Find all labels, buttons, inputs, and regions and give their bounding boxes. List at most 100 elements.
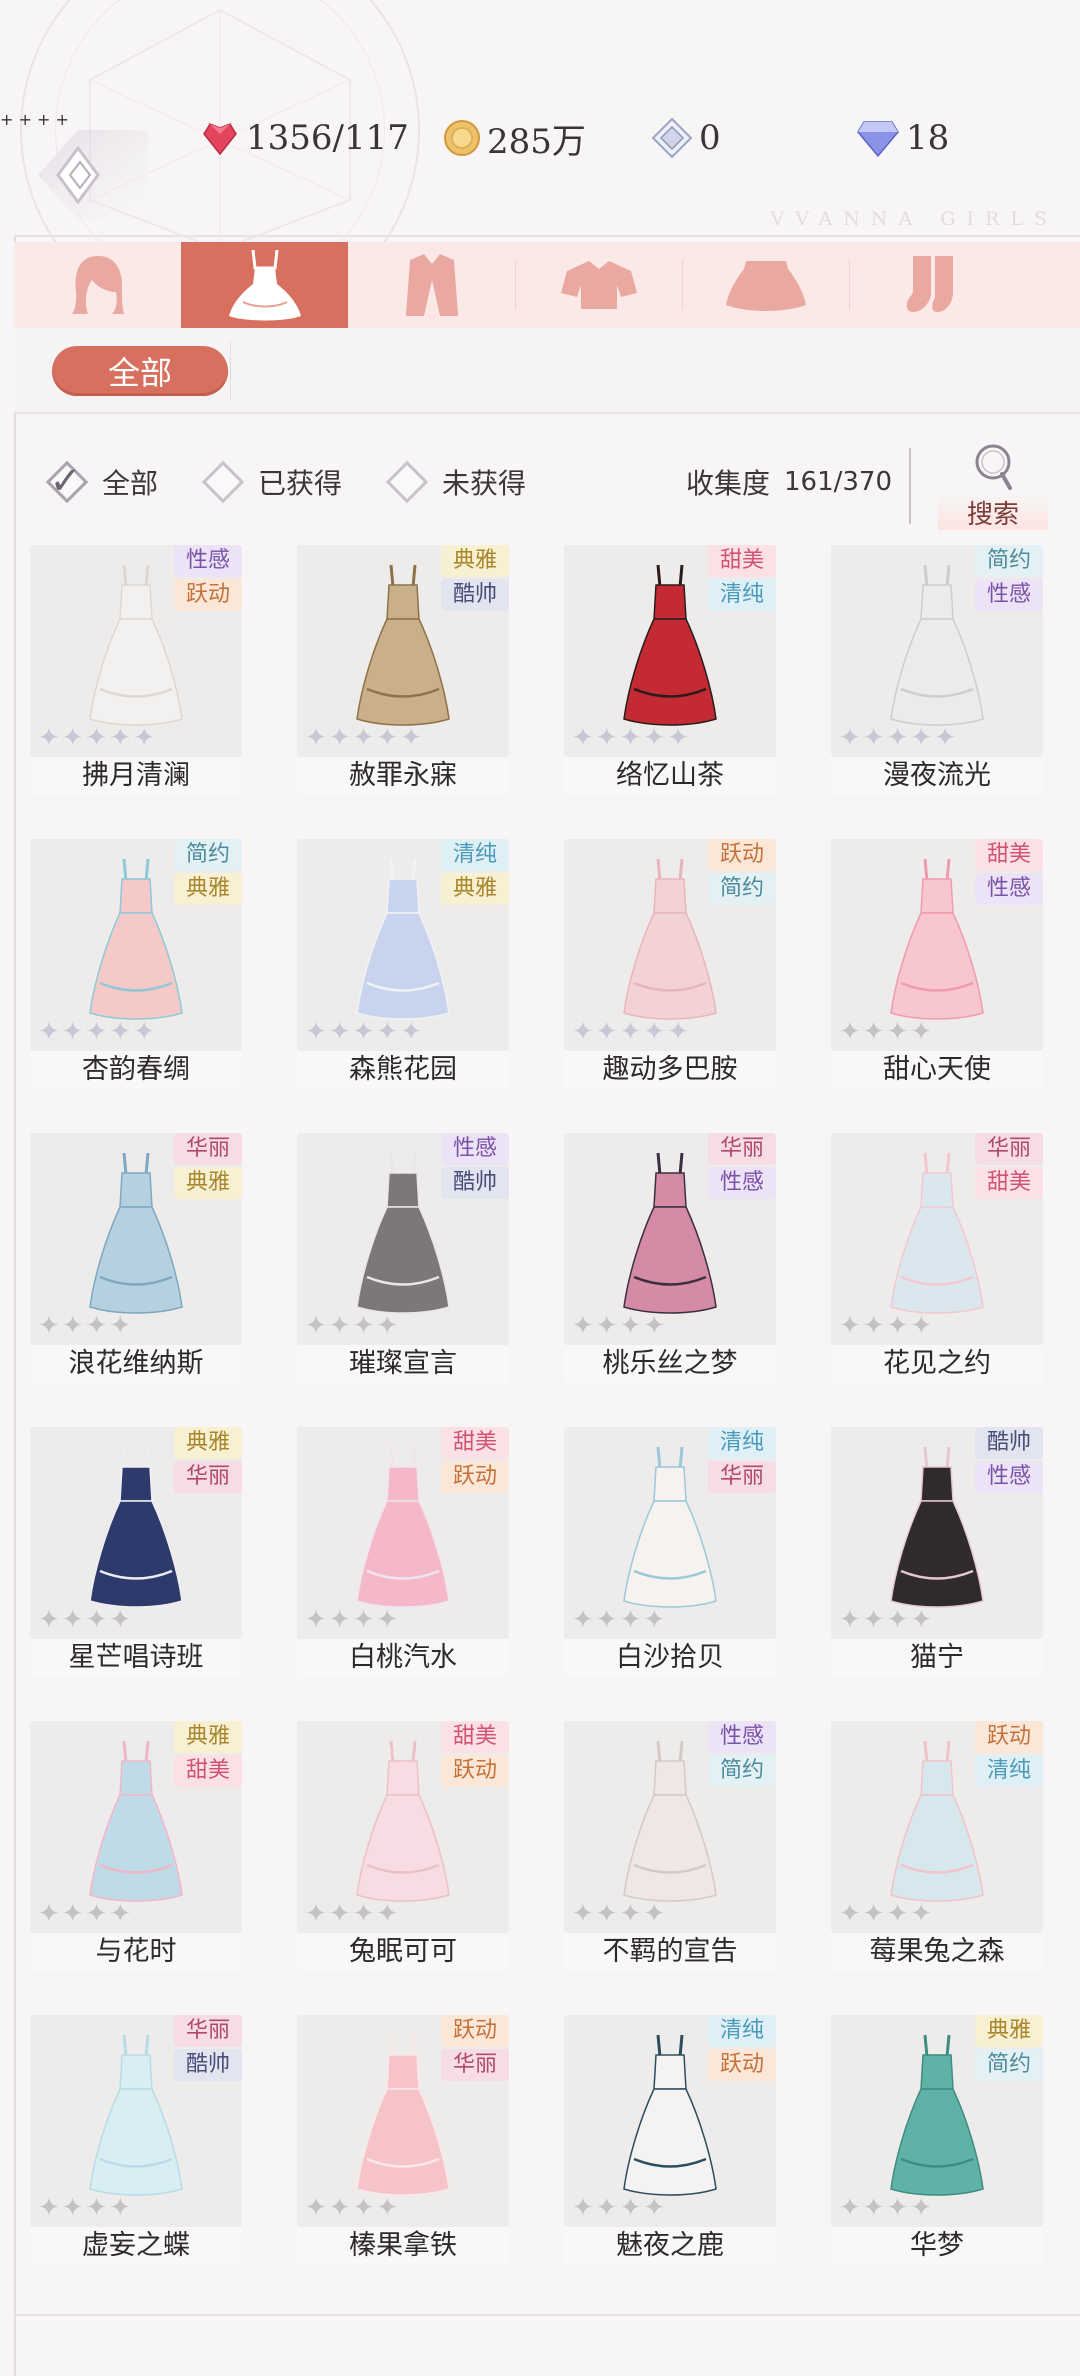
subcategory-all-button[interactable]: 全部	[52, 346, 228, 396]
outfit-card[interactable]: 清纯 典雅 ✦ ✦ ✦ ✦ ✦ 森熊花园	[297, 839, 509, 1091]
outfit-name: 星芒唱诗班	[30, 1639, 242, 1677]
outfit-card[interactable]: 跃动 简约 ✦ ✦ ✦ ✦ ✦ 趣动多巴胺	[564, 839, 776, 1091]
style-tag: 性感	[708, 1167, 776, 1199]
star-icon: ✦	[595, 1605, 618, 1635]
outfit-card[interactable]: 性感 跃动 ✦ ✦ ✦ ✦ ✦ 拂月清澜	[30, 545, 242, 797]
style-tag: 典雅	[174, 1167, 242, 1199]
tab-skirt[interactable]	[682, 242, 849, 328]
outfit-name: 花见之约	[831, 1345, 1043, 1383]
rarity-stars: ✦ ✦ ✦ ✦	[839, 1019, 932, 1045]
star-icon: ✦	[85, 1605, 108, 1635]
outfit-card[interactable]: 甜美 跃动 ✦ ✦ ✦ ✦ 兔眠可可	[297, 1721, 509, 1973]
outfit-card[interactable]: 清纯 华丽 ✦ ✦ ✦ ✦ 白沙拾贝	[564, 1427, 776, 1679]
outfit-card[interactable]: 跃动 华丽 ✦ ✦ ✦ ✦ 榛果拿铁	[297, 2015, 509, 2267]
outfit-image: 性感 酷帅 ✦ ✦ ✦ ✦	[297, 1133, 509, 1345]
add-stamina-button[interactable]: +	[0, 110, 13, 129]
outfit-card[interactable]: 华丽 性感 ✦ ✦ ✦ ✦ 桃乐丝之梦	[564, 1133, 776, 1385]
ownership-filters: ✓ 全部 已获得 未获得 收集度 161/370	[0, 452, 1080, 512]
dress-illustration	[356, 1446, 450, 1608]
diamond-value: 18	[906, 118, 950, 158]
add-diamond-button[interactable]: +	[56, 110, 69, 129]
outfit-card[interactable]: 甜美 跃动 ✦ ✦ ✦ ✦ 白桃汽水	[297, 1427, 509, 1679]
star-icon: ✦	[619, 1311, 642, 1341]
tab-socks[interactable]	[849, 242, 1016, 328]
checkbox-diamond-icon	[385, 460, 429, 504]
style-tag: 酷帅	[975, 1427, 1043, 1459]
outfit-card[interactable]: 甜美 清纯 ✦ ✦ ✦ ✦ ✦ 络忆山茶	[564, 545, 776, 797]
add-crystal-button[interactable]: +	[37, 110, 50, 129]
star-icon: ✦	[572, 1605, 594, 1635]
star-icon: ✦	[572, 1899, 594, 1929]
rarity-stars: ✦ ✦ ✦ ✦	[572, 1901, 665, 1927]
dress-illustration	[356, 1152, 450, 1314]
dress-illustration	[89, 1152, 183, 1314]
style-tag: 跃动	[975, 1721, 1043, 1753]
style-tag: 跃动	[708, 2049, 776, 2081]
outfit-card[interactable]: 跃动 清纯 ✦ ✦ ✦ ✦ 莓果兔之森	[831, 1721, 1043, 1973]
add-gold-button[interactable]: +	[19, 110, 32, 129]
style-tag: 简约	[975, 545, 1043, 577]
star-icon: ✦	[862, 2193, 885, 2223]
checkmark-icon: ✓	[49, 458, 82, 503]
dress-illustration	[890, 1446, 984, 1608]
star-icon: ✦	[910, 1017, 933, 1047]
outfit-card[interactable]: 甜美 性感 ✦ ✦ ✦ ✦ 甜心天使	[831, 839, 1043, 1091]
outfit-card[interactable]: 酷帅 性感 ✦ ✦ ✦ ✦ 猫宁	[831, 1427, 1043, 1679]
magnifier-icon	[975, 444, 1012, 490]
dress-illustration	[356, 1740, 450, 1902]
star-icon: ✦	[839, 1605, 861, 1635]
style-tag: 典雅	[975, 2015, 1043, 2047]
filter-obtained[interactable]: 已获得	[201, 452, 342, 512]
outfit-name: 白桃汽水	[297, 1639, 509, 1677]
tab-top[interactable]	[515, 242, 682, 328]
coat-icon	[405, 254, 458, 316]
outfit-card[interactable]: 性感 酷帅 ✦ ✦ ✦ ✦ 璀璨宣言	[297, 1133, 509, 1385]
outfit-image: 清纯 典雅 ✦ ✦ ✦ ✦ ✦	[297, 839, 509, 1051]
star-icon: ✦	[305, 1311, 327, 1341]
rarity-stars: ✦ ✦ ✦ ✦	[305, 1313, 398, 1339]
outfit-card[interactable]: 典雅 甜美 ✦ ✦ ✦ ✦ 与花时	[30, 1721, 242, 1973]
outfit-card[interactable]: 典雅 简约 ✦ ✦ ✦ ✦ 华梦	[831, 2015, 1043, 2267]
star-icon: ✦	[643, 1017, 666, 1047]
diamond-counter: 18	[856, 110, 949, 166]
outfit-name: 猫宁	[831, 1639, 1043, 1677]
star-icon: ✦	[595, 1311, 618, 1341]
style-tag: 典雅	[441, 545, 509, 577]
outfit-name: 不羁的宣告	[564, 1933, 776, 1971]
style-tag: 性感	[708, 1721, 776, 1753]
star-icon: ✦	[133, 723, 155, 753]
star-icon: ✦	[328, 1605, 351, 1635]
collection-value: 161/370	[783, 467, 892, 497]
style-tag: 华丽	[174, 1461, 242, 1493]
tab-dress[interactable]	[181, 242, 348, 328]
outfit-image: 华丽 甜美 ✦ ✦ ✦ ✦	[831, 1133, 1043, 1345]
tab-hair[interactable]	[14, 242, 181, 328]
outfit-card[interactable]: 简约 性感 ✦ ✦ ✦ ✦ ✦ 漫夜流光	[831, 545, 1043, 797]
outfit-card[interactable]: 清纯 跃动 ✦ ✦ ✦ ✦ 魅夜之鹿	[564, 2015, 776, 2267]
star-icon: ✦	[839, 723, 861, 753]
outfit-name: 兔眠可可	[297, 1933, 509, 1971]
outfit-card[interactable]: 华丽 典雅 ✦ ✦ ✦ ✦ 浪花维纳斯	[30, 1133, 242, 1385]
rarity-stars: ✦ ✦ ✦ ✦	[572, 1313, 665, 1339]
star-icon: ✦	[572, 2193, 594, 2223]
outfit-card[interactable]: 华丽 酷帅 ✦ ✦ ✦ ✦ 虚妄之蝶	[30, 2015, 242, 2267]
style-tag: 简约	[174, 839, 242, 871]
outfit-card[interactable]: 性感 简约 ✦ ✦ ✦ ✦ 不羁的宣告	[564, 1721, 776, 1973]
dress-illustration	[89, 2034, 183, 2196]
outfit-card[interactable]: 典雅 酷帅 ✦ ✦ ✦ ✦ ✦ 赦罪永寐	[297, 545, 509, 797]
star-icon: ✦	[862, 1311, 885, 1341]
tab-coat[interactable]	[348, 242, 515, 328]
search-button[interactable]: 搜索	[938, 438, 1048, 534]
filter-all[interactable]: ✓ 全部	[45, 452, 158, 512]
style-tag: 甜美	[174, 1755, 242, 1787]
outfit-card[interactable]: 简约 典雅 ✦ ✦ ✦ ✦ ✦ 杏韵春绸	[30, 839, 242, 1091]
star-icon: ✦	[305, 1605, 327, 1635]
style-tag: 跃动	[441, 1755, 509, 1787]
star-icon: ✦	[595, 2193, 618, 2223]
outfit-card[interactable]: 华丽 甜美 ✦ ✦ ✦ ✦ 花见之约	[831, 1133, 1043, 1385]
diamond-icon	[857, 121, 899, 158]
checkbox-diamond-icon	[201, 460, 245, 504]
outfit-card[interactable]: 典雅 华丽 ✦ ✦ ✦ ✦ 星芒唱诗班	[30, 1427, 242, 1679]
filter-not-obtained[interactable]: 未获得	[385, 452, 526, 512]
style-tag: 华丽	[708, 1461, 776, 1493]
